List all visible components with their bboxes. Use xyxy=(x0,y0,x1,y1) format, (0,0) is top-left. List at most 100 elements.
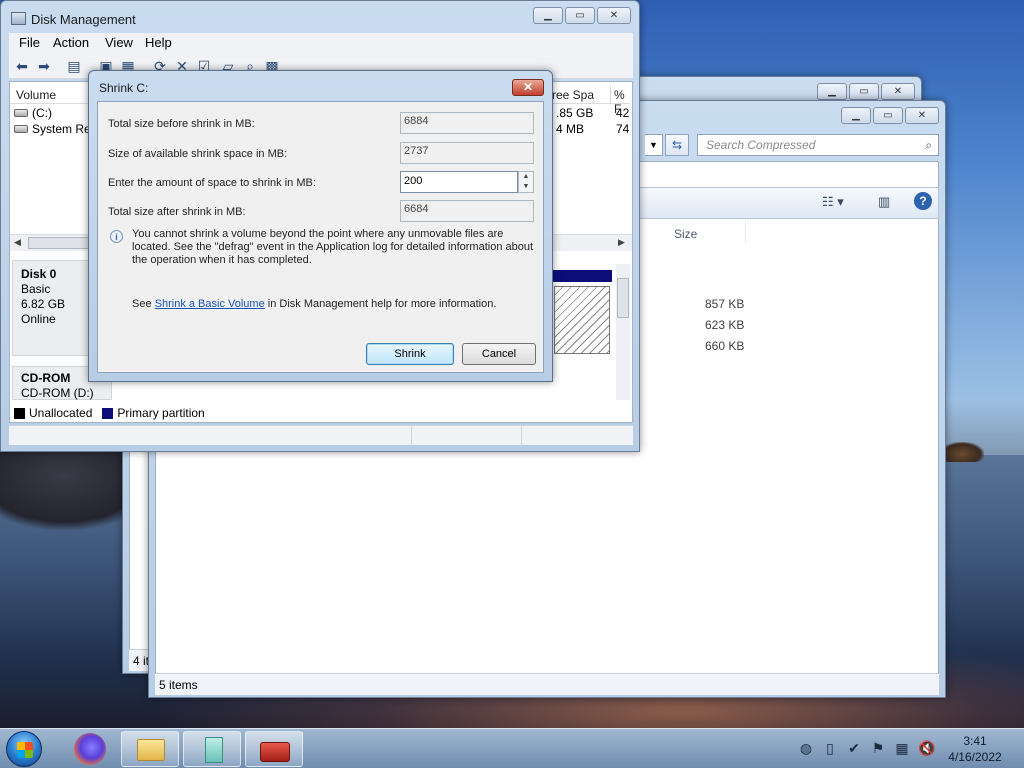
refresh-button[interactable]: ⇆ xyxy=(665,134,689,156)
dialog-body: Total size before shrink in MB: 6884 Siz… xyxy=(97,101,544,373)
dialog-close-button[interactable]: ✕ xyxy=(512,79,544,96)
available-shrink-value: 2737 xyxy=(400,142,534,164)
help-icon[interactable]: ? xyxy=(914,192,932,210)
search-placeholder: Search Compressed xyxy=(706,138,816,152)
file-size: 857 KB xyxy=(705,297,745,311)
total-after-value: 6684 xyxy=(400,200,534,222)
shrink-amount-input[interactable]: 200 xyxy=(400,171,518,193)
document-icon xyxy=(205,737,223,763)
network-globe-icon[interactable]: ◍ xyxy=(798,740,814,756)
taskbar-computer-management-button[interactable] xyxy=(245,731,303,767)
close-button[interactable]: ✕ xyxy=(597,7,631,24)
disk-management-icon xyxy=(11,12,26,25)
volume-free-space: .85 GB xyxy=(556,106,594,120)
file-size: 623 KB xyxy=(705,318,745,332)
help-reference-suffix: in Disk Management help for more informa… xyxy=(264,298,497,310)
shrink-amount-label: Enter the amount of space to shrink in M… xyxy=(108,177,316,189)
volume-muted-icon[interactable]: 🔇 xyxy=(918,740,935,756)
menu-bar: File Action View Help xyxy=(9,33,633,53)
minimize-button[interactable]: ▁ xyxy=(817,83,847,100)
close-button[interactable]: ✕ xyxy=(881,83,915,100)
console-tree-icon[interactable]: ▤ xyxy=(65,57,83,75)
file-size: 660 KB xyxy=(705,339,745,353)
info-text: You cannot shrink a volume beyond the po… xyxy=(132,228,534,266)
cancel-button[interactable]: Cancel xyxy=(462,343,536,365)
menu-action[interactable]: Action xyxy=(53,35,89,50)
desktop: ▁ ▭ ✕ 4 it ▁ ▭ ✕ ▼ ⇆ Search Compressed ⌕… xyxy=(0,0,1024,728)
column-volume[interactable]: Volume xyxy=(16,88,56,102)
legend-unallocated-swatch xyxy=(14,407,25,419)
dialog-title: Shrink C: xyxy=(99,81,149,95)
legend: Unallocated Primary partition xyxy=(14,406,205,420)
maximize-button[interactable]: ▭ xyxy=(873,107,903,124)
taskbar-explorer-button[interactable] xyxy=(121,731,179,767)
column-separator xyxy=(610,86,611,103)
volume-percent-free: 74 xyxy=(616,122,630,136)
back-arrow-icon[interactable]: ⬅ xyxy=(13,57,31,75)
taskbar-document-button[interactable] xyxy=(183,731,241,767)
maximize-button[interactable]: ▭ xyxy=(849,83,879,100)
column-separator xyxy=(745,221,746,243)
drive-icon xyxy=(14,125,28,133)
menu-file[interactable]: File xyxy=(19,35,40,50)
info-icon: i xyxy=(110,230,123,243)
explorer-back-caption-buttons: ▁ ▭ ✕ xyxy=(817,83,915,100)
column-free-space[interactable]: ree Spa xyxy=(552,88,594,102)
window-title: Disk Management xyxy=(31,12,136,27)
shrink-button[interactable]: Shrink xyxy=(366,343,454,365)
search-icon[interactable]: ⌕ xyxy=(925,138,932,153)
spin-down-icon[interactable]: ▼ xyxy=(519,182,533,192)
cdrom-drive: CD-ROM (D:) xyxy=(21,386,94,400)
status-separator xyxy=(411,426,412,446)
legend-primary: Primary partition xyxy=(117,406,205,420)
help-reference-prefix: See xyxy=(132,298,155,310)
start-button[interactable] xyxy=(6,731,42,767)
disk-management-status-bar xyxy=(9,425,633,446)
diskmgmt-caption-buttons: ▁ ▭ ✕ xyxy=(533,7,631,24)
total-after-label: Total size after shrink in MB: xyxy=(108,206,246,218)
maximize-button[interactable]: ▭ xyxy=(565,7,595,24)
vertical-scrollbar[interactable] xyxy=(616,264,630,400)
legend-primary-swatch xyxy=(102,407,114,419)
scroll-left-icon[interactable]: ◀ xyxy=(14,237,21,248)
shrink-amount-spinner[interactable]: ▲ ▼ xyxy=(518,171,534,193)
menu-help[interactable]: Help xyxy=(145,35,172,50)
security-check-icon[interactable]: ✔ xyxy=(846,740,862,756)
primary-partition-bar xyxy=(552,270,612,282)
minimize-button[interactable]: ▁ xyxy=(841,107,871,124)
address-dropdown[interactable]: ▼ xyxy=(645,134,663,156)
search-input[interactable]: Search Compressed ⌕ xyxy=(697,134,939,156)
volume-name: (C:) xyxy=(32,106,52,120)
close-button[interactable]: ✕ xyxy=(905,107,939,124)
volume-row[interactable]: System Res xyxy=(14,122,97,136)
volume-row[interactable]: (C:) xyxy=(14,106,52,120)
scroll-right-icon[interactable]: ▶ xyxy=(618,237,625,248)
explorer-front-caption-buttons: ▁ ▭ ✕ xyxy=(841,107,939,124)
legend-unallocated: Unallocated xyxy=(29,406,93,420)
menu-view[interactable]: View xyxy=(105,35,133,50)
taskbar-clock[interactable]: 3:41 4/16/2022 xyxy=(940,733,1010,765)
network-icon[interactable]: ▦ xyxy=(894,740,910,756)
desktop-wallpaper-rock xyxy=(940,442,984,462)
forward-arrow-icon[interactable]: ➡ xyxy=(35,57,53,75)
clock-date: 4/16/2022 xyxy=(948,750,1002,764)
selected-partition[interactable] xyxy=(554,286,610,354)
help-reference: See Shrink a Basic Volume in Disk Manage… xyxy=(132,298,496,310)
windows-logo-icon xyxy=(17,742,33,758)
shrink-basic-volume-link[interactable]: Shrink a Basic Volume xyxy=(155,298,265,310)
clock-time: 3:41 xyxy=(963,734,987,748)
preview-pane-icon[interactable]: ▥ xyxy=(878,194,890,210)
minimize-button[interactable]: ▁ xyxy=(533,7,563,24)
clipboard-icon[interactable]: ▯ xyxy=(822,740,838,756)
firefox-icon[interactable] xyxy=(74,733,106,765)
column-header-size[interactable]: Size xyxy=(674,227,697,241)
spin-up-icon[interactable]: ▲ xyxy=(519,172,533,182)
scrollbar-thumb[interactable] xyxy=(617,278,629,318)
shrink-dialog[interactable]: Shrink C: ✕ Total size before shrink in … xyxy=(88,70,553,382)
toolbox-icon xyxy=(260,742,290,762)
volume-name: System Res xyxy=(32,122,97,136)
action-center-flag-icon[interactable]: ⚑ xyxy=(870,740,886,756)
folder-icon xyxy=(137,739,165,761)
views-icon[interactable]: ☷ ▾ xyxy=(822,194,844,210)
explorer-status-bar: 5 items xyxy=(155,673,939,695)
